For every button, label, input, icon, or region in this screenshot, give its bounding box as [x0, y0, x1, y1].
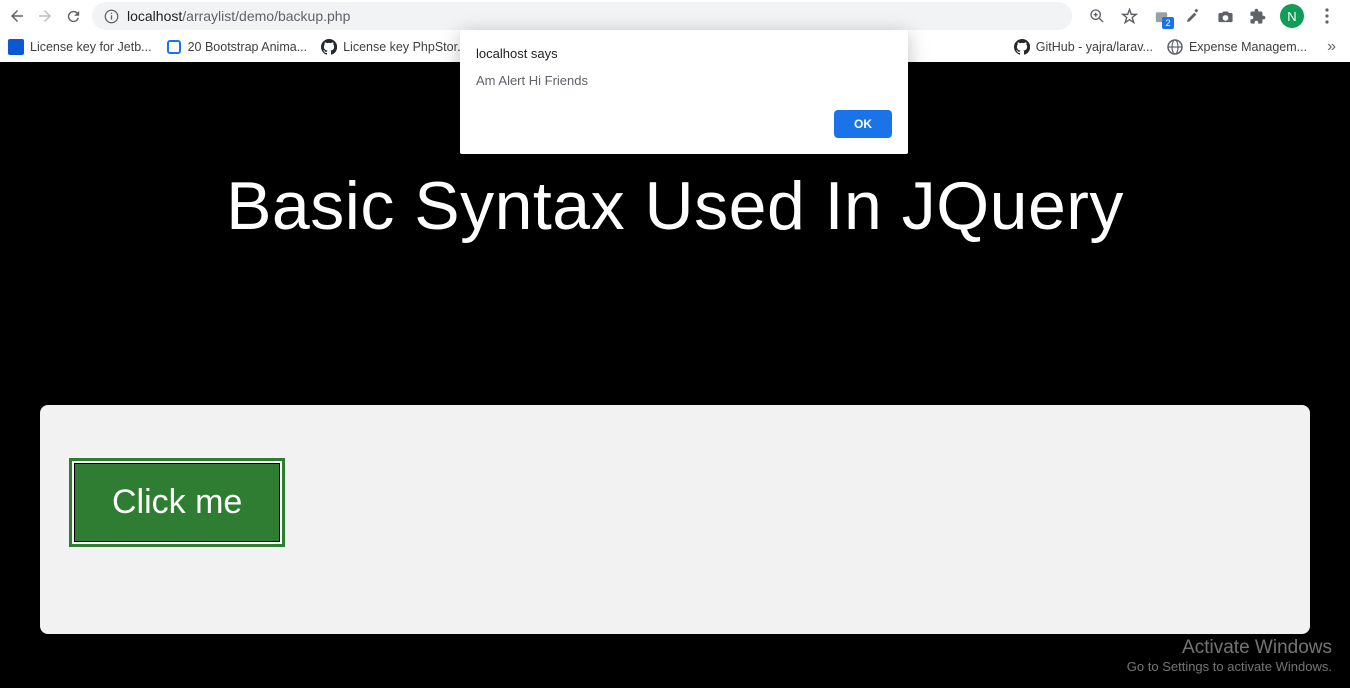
alert-ok-button[interactable]: OK: [834, 110, 892, 138]
bookmark-star-icon[interactable]: [1120, 7, 1138, 25]
bookmark-label: License key for Jetb...: [30, 40, 152, 54]
click-me-button[interactable]: Click me: [72, 461, 282, 544]
windows-watermark: Activate Windows Go to Settings to activ…: [1127, 637, 1332, 674]
forward-button[interactable]: [36, 7, 54, 25]
content-card: Click me: [40, 405, 1310, 634]
alert-dialog: localhost says Am Alert Hi Friends OK: [460, 30, 908, 154]
toolbar-right: 2 N: [1082, 4, 1342, 28]
bookmark-label: 20 Bootstrap Anima...: [188, 40, 308, 54]
extension-badge: 2: [1162, 17, 1174, 29]
github-icon: [321, 39, 337, 55]
url-text: localhost/arraylist/demo/backup.php: [127, 8, 350, 24]
profile-avatar[interactable]: N: [1280, 4, 1304, 28]
bookmark-item[interactable]: 20 Bootstrap Anima...: [166, 39, 308, 55]
github-icon: [1014, 39, 1030, 55]
bookmark-label: Expense Managem...: [1189, 40, 1307, 54]
bookmarks-overflow[interactable]: »: [1321, 38, 1342, 56]
globe-icon: [1167, 39, 1183, 55]
bookmark-favicon: [166, 39, 182, 55]
bookmark-label: License key PhpStor...: [343, 40, 467, 54]
menu-dots-icon[interactable]: [1318, 7, 1336, 25]
back-button[interactable]: [8, 7, 26, 25]
reload-button[interactable]: [64, 7, 82, 25]
address-bar[interactable]: localhost/arraylist/demo/backup.php: [92, 2, 1072, 30]
bookmark-label: GitHub - yajra/larav...: [1036, 40, 1153, 54]
bookmark-favicon: [8, 39, 24, 55]
browser-toolbar: localhost/arraylist/demo/backup.php 2: [0, 0, 1350, 32]
bookmark-item[interactable]: Expense Managem...: [1167, 39, 1307, 55]
extensions-puzzle-icon[interactable]: [1248, 7, 1266, 25]
bookmark-item[interactable]: License key for Jetb...: [8, 39, 152, 55]
bookmark-item[interactable]: License key PhpStor...: [321, 39, 467, 55]
site-info-icon[interactable]: [104, 9, 119, 24]
page-content: Basic Syntax Used In JQuery Click me Act…: [0, 62, 1350, 688]
eyedropper-icon[interactable]: [1184, 7, 1202, 25]
extension-icon[interactable]: 2: [1152, 7, 1170, 25]
camera-icon[interactable]: [1216, 7, 1234, 25]
zoom-icon[interactable]: [1088, 7, 1106, 25]
bookmark-item[interactable]: GitHub - yajra/larav...: [1014, 39, 1153, 55]
watermark-subtitle: Go to Settings to activate Windows.: [1127, 659, 1332, 674]
watermark-title: Activate Windows: [1127, 637, 1332, 659]
alert-title: localhost says: [476, 46, 892, 61]
alert-message: Am Alert Hi Friends: [476, 73, 892, 88]
